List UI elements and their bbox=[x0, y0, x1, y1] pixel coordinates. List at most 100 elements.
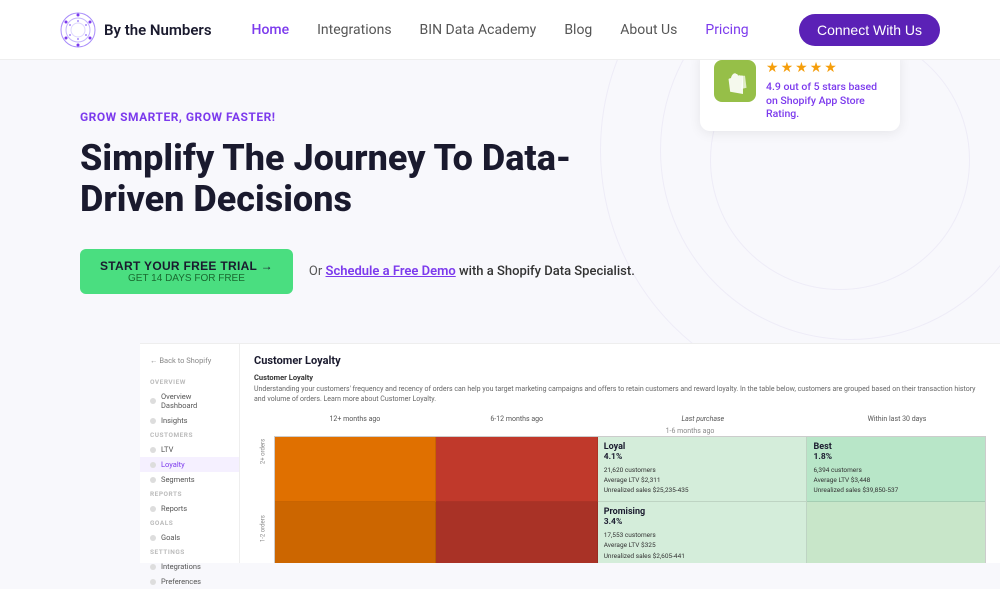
back-to-shopify[interactable]: ← Back to Shopify bbox=[140, 352, 239, 369]
sidebar-section-settings: SETTINGS bbox=[140, 545, 239, 559]
schedule-demo-link[interactable]: Schedule a Free Demo bbox=[326, 264, 456, 279]
sidebar-item-loyalty[interactable]: Loyalty bbox=[140, 457, 239, 472]
promising-label: Promising bbox=[604, 507, 801, 517]
cell-orange-top bbox=[275, 437, 436, 502]
nav-academy[interactable]: BIN Data Academy bbox=[420, 22, 537, 38]
cell-red-top bbox=[436, 437, 597, 502]
sidebar-item-goals[interactable]: Goals bbox=[140, 530, 239, 545]
sidebar-label: Reports bbox=[161, 504, 187, 513]
col-header-3: Last purchase bbox=[598, 413, 808, 425]
sidebar-item-icon bbox=[150, 447, 156, 453]
best-sales: Unrealized sales $39,850-537 bbox=[813, 485, 979, 495]
sidebar-section-overview: OVERVIEW bbox=[140, 375, 239, 389]
sidebar-label: Integrations bbox=[161, 562, 201, 571]
sidebar-label: Goals bbox=[161, 533, 180, 542]
sidebar-item-reports[interactable]: Reports bbox=[140, 501, 239, 516]
nav-integrations[interactable]: Integrations bbox=[317, 22, 391, 38]
sidebar-label: LTV bbox=[161, 445, 173, 454]
best-pct: 1.8% bbox=[813, 452, 979, 462]
dashboard-preview: ← Back to Shopify OVERVIEW Overview Dash… bbox=[140, 343, 1000, 563]
cell-loyal: Loyal 4.1% 21,620 customers Average LTV … bbox=[598, 437, 808, 502]
cell-red-bottom bbox=[436, 502, 597, 563]
connect-button[interactable]: Connect With Us bbox=[799, 14, 940, 46]
cta-suffix: with a Shopify Data Specialist. bbox=[459, 264, 635, 279]
sidebar-item-icon bbox=[150, 579, 156, 585]
hero-section: GROW SMARTER, GROW FASTER! Simplify The … bbox=[0, 60, 1000, 324]
logo-text: By the Numbers bbox=[104, 21, 212, 39]
navbar: By the Numbers Home Integrations BIN Dat… bbox=[0, 0, 1000, 60]
loyalty-grid-wrapper: 12+ months ago 6-12 months ago Last purc… bbox=[274, 413, 986, 563]
nav-blog[interactable]: Blog bbox=[564, 22, 592, 38]
sidebar-item-icon bbox=[150, 462, 156, 468]
cta-button-label: START YOUR FREE TRIAL → bbox=[100, 259, 273, 273]
dashboard-title: Customer Loyalty bbox=[254, 354, 986, 367]
hero-content: GROW SMARTER, GROW FASTER! Simplify The … bbox=[80, 110, 640, 324]
sidebar-item-ltv[interactable]: LTV bbox=[140, 442, 239, 457]
sidebar-section-customers: CUSTOMERS bbox=[140, 428, 239, 442]
best-ltv: Average LTV $3,448 bbox=[813, 475, 979, 485]
sidebar-item-icon bbox=[150, 398, 156, 404]
sidebar-item-integrations[interactable]: Integrations bbox=[140, 559, 239, 574]
loyalty-grid: Loyal 4.1% 21,620 customers Average LTV … bbox=[274, 436, 986, 563]
dashboard-description: Understanding your customers' frequency … bbox=[254, 385, 986, 405]
sidebar-section-reports: REPORTS bbox=[140, 487, 239, 501]
sidebar-item-overview-dashboard[interactable]: Overview Dashboard bbox=[140, 389, 239, 413]
loyal-customers: 21,620 customers bbox=[604, 465, 801, 475]
y-label-orders: 2+ orders bbox=[254, 413, 272, 490]
promising-pct: 3.4% bbox=[604, 517, 801, 527]
dashboard-subtitle: Customer Loyalty bbox=[254, 373, 986, 382]
loyalty-table-container: 2+ orders 1-2 orders 12+ months ago 6-12… bbox=[254, 413, 986, 563]
loyal-pct: 4.1% bbox=[604, 452, 801, 462]
dashboard-main: Customer Loyalty Customer Loyalty Unders… bbox=[240, 343, 1000, 563]
promising-sales: Unrealized sales $2,605-441 bbox=[604, 551, 801, 561]
best-customers: 6,394 customers bbox=[813, 465, 979, 475]
sidebar-item-segments[interactable]: Segments bbox=[140, 472, 239, 487]
col-subheader: 1-6 months ago bbox=[394, 427, 986, 435]
cell-bottom-right bbox=[807, 502, 985, 563]
nav-home[interactable]: Home bbox=[252, 22, 290, 38]
cell-promising: Promising 3.4% 17,553 customers Average … bbox=[598, 502, 808, 563]
sidebar-item-icon bbox=[150, 535, 156, 541]
sidebar-item-icon bbox=[150, 506, 156, 512]
hero-tagline: GROW SMARTER, GROW FASTER! bbox=[80, 110, 640, 124]
col-header-2: 6-12 months ago bbox=[436, 413, 598, 425]
promising-customers: 17,553 customers bbox=[604, 530, 801, 540]
col-header-1: 12+ months ago bbox=[274, 413, 436, 425]
sidebar-label: Insights bbox=[161, 416, 188, 425]
y-axis: 2+ orders 1-2 orders bbox=[254, 413, 272, 563]
logo[interactable]: By the Numbers bbox=[60, 12, 212, 48]
cta-or-text: Or Schedule a Free Demo with a Shopify D… bbox=[309, 264, 635, 279]
nav-links: Home Integrations BIN Data Academy Blog … bbox=[252, 22, 799, 38]
hero-cta-row: START YOUR FREE TRIAL → GET 14 DAYS FOR … bbox=[80, 249, 640, 294]
sidebar-item-insights[interactable]: Insights bbox=[140, 413, 239, 428]
y-label-orders2: 1-2 orders bbox=[254, 490, 272, 563]
sidebar-item-icon bbox=[150, 418, 156, 424]
cta-button-sublabel: GET 14 DAYS FOR FREE bbox=[100, 273, 273, 284]
column-headers: 12+ months ago 6-12 months ago Last purc… bbox=[274, 413, 986, 425]
sidebar-item-preferences[interactable]: Preferences bbox=[140, 574, 239, 589]
sidebar-label: Loyalty bbox=[161, 460, 185, 469]
nav-pricing[interactable]: Pricing bbox=[705, 22, 748, 38]
loyal-label: Loyal bbox=[604, 442, 801, 452]
best-stats: 6,394 customers Average LTV $3,448 Unrea… bbox=[813, 465, 979, 496]
best-label: Best bbox=[813, 442, 979, 452]
loyal-stats: 21,620 customers Average LTV $2,311 Unre… bbox=[604, 465, 801, 496]
promising-stats: 17,553 customers Average LTV $325 Unreal… bbox=[604, 530, 801, 561]
promising-ltv: Average LTV $325 bbox=[604, 540, 801, 550]
col-header-4: Within last 30 days bbox=[808, 413, 986, 425]
sidebar-label: Preferences bbox=[161, 577, 201, 586]
loyal-ltv: Average LTV $2,311 bbox=[604, 475, 801, 485]
free-trial-button[interactable]: START YOUR FREE TRIAL → GET 14 DAYS FOR … bbox=[80, 249, 293, 294]
hero-title: Simplify The Journey To Data-Driven Deci… bbox=[80, 138, 640, 221]
nav-about[interactable]: About Us bbox=[620, 22, 677, 38]
sidebar-section-goals: GOALS bbox=[140, 516, 239, 530]
logo-icon bbox=[60, 12, 96, 48]
sidebar: ← Back to Shopify OVERVIEW Overview Dash… bbox=[140, 343, 240, 563]
cell-best: Best 1.8% 6,394 customers Average LTV $3… bbox=[807, 437, 985, 502]
sidebar-label: Segments bbox=[161, 475, 195, 484]
sidebar-label: Overview Dashboard bbox=[161, 392, 229, 410]
sidebar-item-icon bbox=[150, 477, 156, 483]
cell-orange-bottom bbox=[275, 502, 436, 563]
sidebar-item-icon bbox=[150, 564, 156, 570]
loyal-sales: Unrealized sales $25,235-435 bbox=[604, 485, 801, 495]
